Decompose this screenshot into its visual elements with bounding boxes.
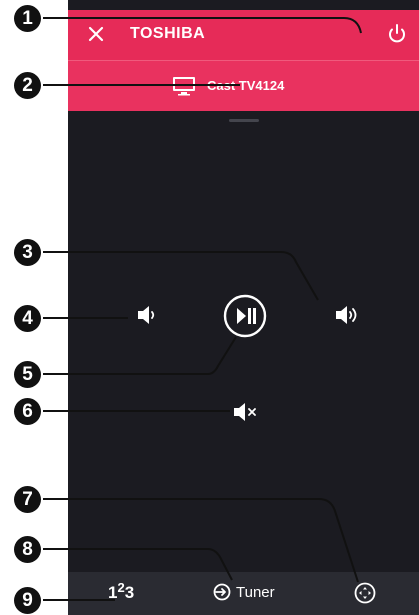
callout-badge: 5 [14,361,41,388]
callout-badge: 3 [14,239,41,266]
callout-badge: 2 [14,72,41,99]
callout-badge: 4 [14,305,41,332]
callout-badge: 6 [14,398,41,425]
callout-badge: 1 [14,5,41,32]
callout-badge: 8 [14,536,41,563]
callout-badge: 9 [14,587,41,614]
callout-lines [43,17,362,601]
callout-badge: 7 [14,486,41,513]
